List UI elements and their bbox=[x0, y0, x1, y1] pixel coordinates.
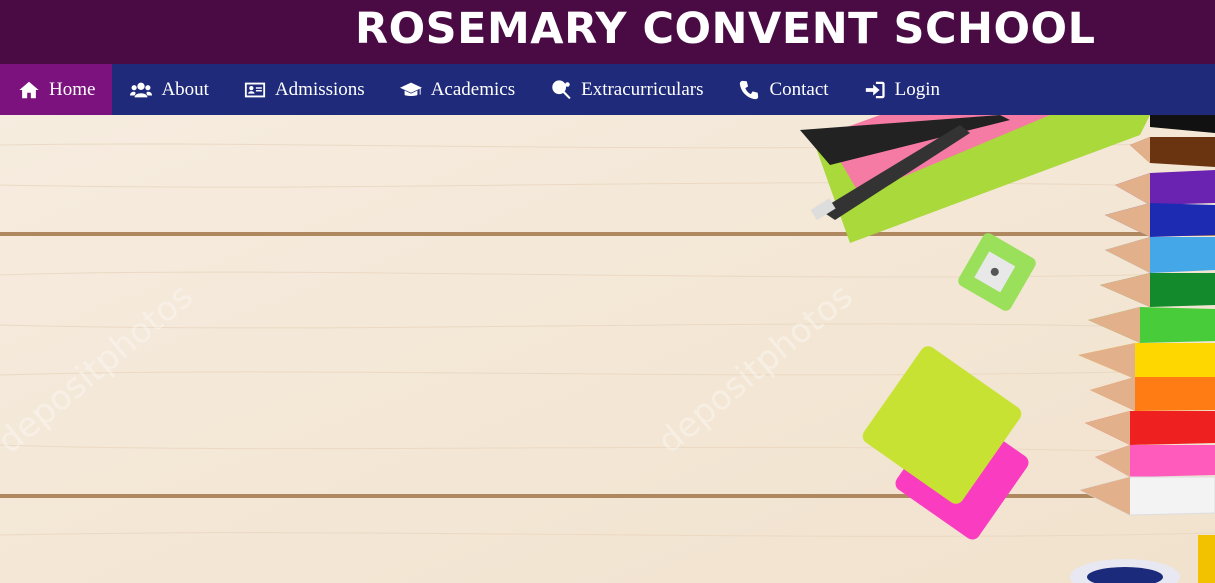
nav-login-label: Login bbox=[894, 78, 940, 100]
table-tennis-icon bbox=[549, 78, 573, 102]
main-nav: Home About Admissions Academics Extracur… bbox=[0, 64, 1215, 115]
nav-contact[interactable]: Contact bbox=[720, 64, 845, 115]
nav-home-label: Home bbox=[49, 78, 96, 100]
nav-extracurriculars[interactable]: Extracurriculars bbox=[532, 64, 720, 115]
site-header: ROSEMARY CONVENT SCHOOL bbox=[0, 0, 1215, 64]
nav-home[interactable]: Home bbox=[0, 64, 113, 115]
nav-contact-label: Contact bbox=[769, 78, 829, 100]
graduation-cap-icon bbox=[399, 78, 423, 102]
nav-about[interactable]: About bbox=[112, 64, 226, 115]
nav-admissions[interactable]: Admissions bbox=[226, 64, 382, 115]
site-title: ROSEMARY CONVENT SCHOOL bbox=[355, 4, 1096, 54]
nav-academics-label: Academics bbox=[430, 78, 516, 100]
nav-academics[interactable]: Academics bbox=[382, 64, 532, 115]
nav-admissions-label: Admissions bbox=[274, 78, 365, 100]
nav-about-label: About bbox=[161, 78, 209, 100]
id-card-icon bbox=[243, 78, 267, 102]
nav-login[interactable]: Login bbox=[846, 64, 957, 115]
phone-icon bbox=[737, 78, 761, 102]
home-icon bbox=[17, 78, 41, 102]
sign-in-icon bbox=[863, 78, 887, 102]
nav-extracurriculars-label: Extracurriculars bbox=[581, 78, 704, 100]
users-icon bbox=[129, 78, 153, 102]
hero-image: depositphotos depositphotos bbox=[0, 115, 1215, 583]
